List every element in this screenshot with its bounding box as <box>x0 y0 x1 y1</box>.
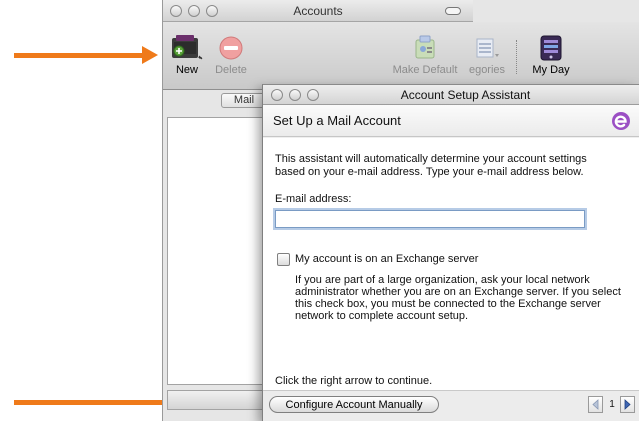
continue-hint-text: Click the right arrow to continue. <box>275 375 433 387</box>
toolbar-toggle-button[interactable] <box>445 7 461 15</box>
email-address-input[interactable] <box>275 210 585 228</box>
setup-heading: Set Up a Mail Account <box>273 113 401 128</box>
previous-page-button[interactable] <box>588 396 603 413</box>
setup-intro-line: This assistant will automatically determ… <box>275 153 587 165</box>
delete-account-button[interactable]: Delete <box>209 34 253 76</box>
setup-window-title: Account Setup Assistant <box>400 88 531 102</box>
setup-intro-line: based on your e-mail address. Type your … <box>275 166 584 178</box>
exchange-help-line: this check box, you must be connected to… <box>295 298 601 310</box>
my-day-icon <box>540 35 562 61</box>
toolbar-separator <box>516 40 517 74</box>
entourage-logo-icon <box>612 112 630 130</box>
new-account-button[interactable]: New <box>167 34 207 76</box>
new-account-icon <box>172 35 203 60</box>
right-arrow-icon <box>624 399 631 410</box>
make-default-button[interactable]: Make Default <box>387 34 463 76</box>
setup-titlebar: Account Setup Assistant <box>263 85 639 105</box>
tab-mail[interactable]: Mail <box>221 93 267 108</box>
exchange-help-line: network to complete account setup. <box>295 310 469 322</box>
categories-icon <box>476 38 499 58</box>
accounts-list-footer <box>167 390 263 410</box>
setup-intro-text: This assistant will automatically determ… <box>275 153 635 179</box>
setup-footer: Configure Account Manually 1 <box>263 390 639 421</box>
my-day-button[interactable]: My Day <box>523 34 579 76</box>
new-button-label: New <box>175 64 198 76</box>
exchange-help-line: If you are part of a large organization,… <box>295 274 590 286</box>
make-default-icon <box>415 35 435 59</box>
exchange-help-line: administrator whether you are on an Exch… <box>295 286 621 298</box>
exchange-server-checkbox-label[interactable]: My account is on an Exchange server <box>295 253 478 265</box>
annotation-arrow-new <box>14 46 158 64</box>
account-setup-assistant-window: Account Setup Assistant Set Up a Mail Ac… <box>262 84 639 421</box>
setup-body: This assistant will automatically determ… <box>263 138 639 390</box>
make-default-button-label: Make Default <box>392 64 458 76</box>
page-number: 1 <box>609 399 615 410</box>
accounts-titlebar: Accounts <box>163 0 473 22</box>
email-address-label: E-mail address: <box>275 193 352 205</box>
next-page-button[interactable] <box>620 396 635 413</box>
accounts-list[interactable] <box>167 117 263 385</box>
setup-header: Set Up a Mail Account <box>263 105 639 137</box>
page-navigator: 1 <box>588 396 636 413</box>
configure-account-manually-button[interactable]: Configure Account Manually <box>269 396 439 413</box>
window-title: Accounts <box>293 4 343 18</box>
delete-button-label: Delete <box>215 64 247 76</box>
categories-button-label: egories <box>468 64 506 76</box>
accounts-toolbar: New Delete Make Default egories My Day <box>163 22 639 90</box>
exchange-help-text: If you are part of a large organization,… <box>295 274 639 322</box>
exchange-server-checkbox[interactable] <box>277 253 290 266</box>
my-day-button-label: My Day <box>532 64 570 76</box>
delete-icon <box>219 36 243 60</box>
left-arrow-icon <box>592 399 599 410</box>
categories-button[interactable]: egories <box>461 34 513 76</box>
